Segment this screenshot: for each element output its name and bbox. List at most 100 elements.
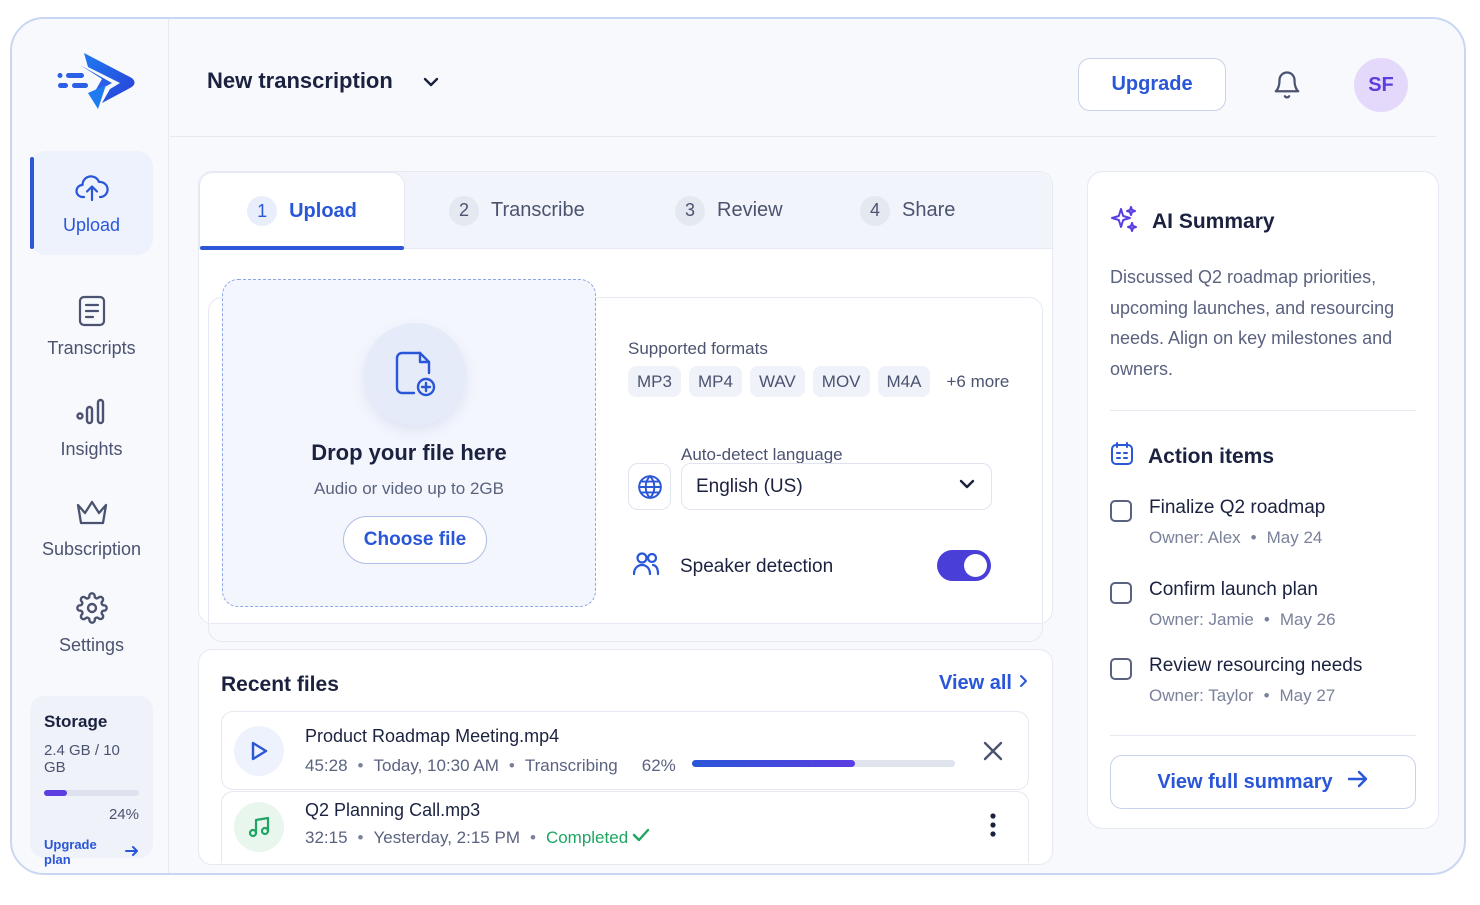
view-all-link[interactable]: View all (939, 672, 1030, 695)
action-item-checkbox[interactable] (1110, 500, 1132, 522)
avatar[interactable]: SF (1354, 58, 1408, 112)
action-item-owner: Owner: Alex (1149, 528, 1241, 547)
arrow-right-icon (1347, 770, 1369, 794)
step-number: 2 (449, 195, 479, 226)
action-item-date: May 24 (1266, 528, 1323, 547)
step-number: 1 (247, 196, 278, 226)
cloud-upload-icon (74, 171, 109, 205)
gear-icon (75, 591, 109, 625)
language-value: English (US) (696, 475, 803, 497)
more-vertical-icon[interactable] (978, 810, 1008, 840)
page-title[interactable]: New transcription (207, 68, 393, 94)
action-item-checkbox[interactable] (1110, 658, 1132, 680)
step-transcribe[interactable]: 2 Transcribe (449, 172, 585, 249)
speaker-detection-toggle[interactable] (937, 550, 991, 581)
format-chip: WAV (749, 366, 805, 397)
chevron-down-icon (957, 474, 977, 500)
speaker-detection-label: Speaker detection (680, 555, 834, 577)
arrow-right-icon (125, 845, 139, 860)
action-items-header: Action items (1110, 442, 1274, 471)
music-note-icon[interactable] (234, 802, 284, 852)
action-item-meta: Owner: Jamie • May 26 (1149, 610, 1336, 630)
view-all-label: View all (938, 672, 1012, 694)
file-meta: 45:28 • Today, 10:30 AM • Transcribing 6… (305, 756, 676, 776)
step-label: Share (902, 199, 956, 221)
speaker-detection-row: Speaker detection (632, 551, 833, 582)
sidebar-item-subscription[interactable]: Subscription (30, 475, 153, 579)
upgrade-button[interactable]: Upgrade (1078, 58, 1226, 111)
format-chip: M4A (877, 366, 931, 397)
users-icon (632, 551, 660, 582)
sidebar-item-insights[interactable]: Insights (30, 375, 153, 479)
dropzone-title: Drop your file here (311, 440, 507, 465)
format-chips: MP3 MP4 WAV MOV M4A +6 more (628, 366, 1009, 397)
view-full-summary-button[interactable]: View full summary (1110, 755, 1416, 809)
step-review[interactable]: 3 Review (675, 172, 783, 249)
sidebar: Upload Transcripts Insights Subscription… (12, 19, 169, 873)
file-add-icon (364, 323, 466, 425)
action-item-label: Finalize Q2 roadmap (1149, 497, 1326, 518)
calendar-icon (1110, 442, 1134, 471)
play-icon[interactable] (234, 726, 284, 776)
close-icon[interactable] (978, 736, 1008, 766)
file-date: Today, 10:30 AM (373, 756, 499, 775)
file-dropzone[interactable]: Drop your file here Audio or video up to… (222, 279, 596, 607)
language-select[interactable]: English (US) (681, 463, 992, 510)
action-item-date: May 26 (1279, 610, 1336, 629)
file-row[interactable]: Q2 Planning Call.mp3 32:15 • Yesterday, … (221, 791, 1029, 863)
action-item-meta: Owner: Taylor • May 27 (1149, 686, 1335, 706)
separator-dot: • (508, 756, 515, 775)
app-logo-icon[interactable] (54, 47, 138, 115)
progress-fill (692, 760, 856, 767)
format-chip: MP3 (628, 366, 681, 397)
action-item-checkbox[interactable] (1110, 582, 1132, 604)
action-item-owner: Owner: Taylor (1149, 686, 1254, 705)
language-label: Auto-detect language (681, 445, 843, 464)
storage-title: Storage (44, 712, 108, 731)
step-number: 4 (860, 195, 890, 226)
step-label: Upload (289, 199, 357, 222)
divider (1110, 410, 1416, 411)
recent-files-card: Recent files View all Product Roadmap Me… (198, 649, 1053, 865)
sidebar-item-label: Transcripts (47, 337, 136, 358)
bell-icon[interactable] (1272, 70, 1302, 100)
file-progress-label: 62% (641, 756, 676, 775)
file-status: Completed (545, 827, 629, 847)
sidebar-item-label: Upload (62, 214, 121, 235)
summary-header: AI Summary (1110, 205, 1275, 238)
sidebar-item-label: Subscription (41, 538, 142, 559)
chevron-right-icon (1018, 672, 1030, 695)
action-item-label: Review resourcing needs (1149, 655, 1363, 676)
step-share[interactable]: 4 Share (860, 172, 955, 249)
step-upload[interactable]: 1 Upload (199, 172, 405, 250)
ai-summary-panel: AI Summary Discussed Q2 roadmap prioriti… (1087, 171, 1439, 829)
storage-used: 2.4 GB / 10 GB (44, 742, 120, 776)
upgrade-plan-link[interactable]: Upgrade plan (44, 837, 139, 867)
chevron-down-icon[interactable] (420, 71, 442, 93)
file-name: Product Roadmap Meeting.mp4 (305, 726, 560, 746)
globe-icon (628, 463, 671, 510)
view-full-summary-label: View full summary (1157, 770, 1333, 793)
stepper: 1 Upload 2 Transcribe 3 Review 4 Share (199, 172, 1052, 250)
action-item-meta: Owner: Alex • May 24 (1149, 528, 1322, 548)
file-row[interactable]: Product Roadmap Meeting.mp4 45:28 • Toda… (221, 711, 1029, 790)
separator-dot: • (1263, 686, 1270, 705)
more-formats-link[interactable]: +6 more (946, 372, 1009, 392)
dropzone-subtitle: Audio or video up to 2GB (314, 479, 504, 498)
action-item-owner: Owner: Jamie (1149, 610, 1254, 629)
format-chip: MP4 (688, 366, 742, 397)
storage-bar-fill (44, 790, 67, 796)
sidebar-item-settings[interactable]: Settings (30, 571, 153, 675)
choose-file-button[interactable]: Choose file (343, 516, 487, 564)
storage-percent: 24% (108, 806, 139, 823)
sidebar-item-label: Insights (60, 438, 123, 459)
storage-widget: Storage 2.4 GB / 10 GB 24% Upgrade plan (30, 696, 153, 867)
step-label: Transcribe (491, 199, 585, 221)
format-chip: MOV (812, 366, 870, 397)
crown-icon (75, 495, 109, 529)
sidebar-item-upload[interactable]: Upload (30, 151, 153, 255)
file-status: Transcribing (524, 756, 618, 775)
separator-dot: • (357, 756, 364, 775)
summary-title: AI Summary (1152, 209, 1275, 233)
sidebar-item-transcripts[interactable]: Transcripts (30, 274, 153, 378)
